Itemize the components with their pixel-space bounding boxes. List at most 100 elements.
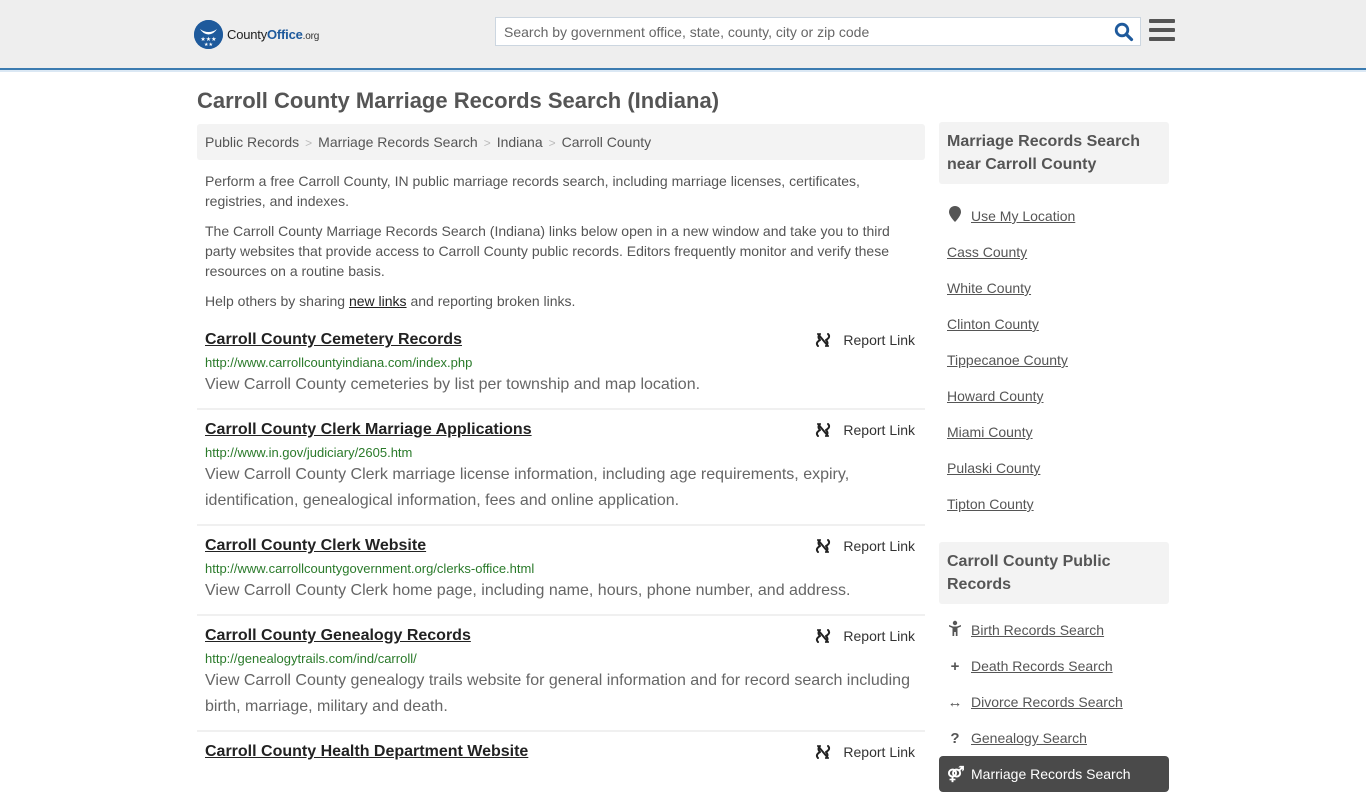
birth-records-search-link[interactable]: Birth Records Search [971, 622, 1104, 638]
broken-link-icon [816, 333, 831, 347]
report-link-label: Report Link [843, 538, 915, 554]
result-item: Carroll County Clerk Marriage Applicatio… [197, 410, 925, 526]
result-description: View Carroll County cemeteries by list p… [205, 376, 701, 393]
result-item: Carroll County Health Department Website… [197, 732, 925, 772]
result-title-link[interactable]: Carroll County Clerk Marriage Applicatio… [205, 420, 532, 440]
public-records-list: Birth Records Search + Death Records Sea… [939, 604, 1169, 800]
public-record-item-death: + Death Records Search [947, 648, 1161, 684]
breadcrumb-carroll-county[interactable]: Carroll County [562, 134, 651, 150]
search-icon [1114, 22, 1134, 42]
nearby-county-link[interactable]: Howard County [947, 388, 1044, 404]
public-record-item-marriage-active: ⚤ Marriage Records Search [939, 756, 1169, 792]
breadcrumb-separator: > [305, 136, 313, 150]
search-box [495, 17, 1141, 46]
breadcrumb-indiana[interactable]: Indiana [497, 134, 543, 150]
report-link-button[interactable]: Report Link [815, 332, 915, 348]
logo-text: CountyOffice.org [227, 27, 319, 42]
results-list: Carroll County Cemetery Records http://w… [197, 320, 925, 772]
result-title-link[interactable]: Carroll County Genealogy Records [205, 626, 471, 646]
nearby-county-item: Tipton County [947, 486, 1161, 522]
result-item: Carroll County Clerk Website http://www.… [197, 526, 925, 616]
top-header: ★★★ ★★ CountyOffice.org [0, 0, 1366, 72]
breadcrumb-marriage-records-search[interactable]: Marriage Records Search [318, 134, 478, 150]
use-my-location-link[interactable]: Use My Location [971, 208, 1075, 224]
nearby-county-item: Clinton County [947, 306, 1161, 342]
result-url: http://www.carrollcountyindiana.com/inde… [205, 355, 473, 370]
nearby-county-link[interactable]: Tippecanoe County [947, 352, 1068, 368]
logo-text-county: County [227, 27, 267, 42]
broken-link-icon [816, 539, 831, 553]
broken-link-icon [816, 745, 831, 759]
menu-bar-icon [1149, 37, 1175, 41]
divorce-records-search-link[interactable]: Divorce Records Search [971, 694, 1123, 710]
intro-paragraph-3: Help others by sharing new links and rep… [205, 291, 917, 311]
svg-text:★★: ★★ [204, 42, 213, 48]
report-link-button[interactable]: Report Link [815, 744, 915, 760]
menu-bar-icon [1149, 19, 1175, 23]
nearby-county-item: Cass County [947, 234, 1161, 270]
nearby-county-item: Miami County [947, 414, 1161, 450]
nearby-county-item: Tippecanoe County [947, 342, 1161, 378]
intro-help-text: Help others by sharing [205, 293, 349, 309]
page-title: Carroll County Marriage Records Search (… [197, 88, 720, 113]
report-link-button[interactable]: Report Link [815, 422, 915, 438]
result-url: http://www.in.gov/judiciary/2605.htm [205, 445, 413, 460]
logo-link[interactable]: ★★★ ★★ CountyOffice.org [194, 20, 319, 49]
report-link-label: Report Link [843, 628, 915, 644]
report-link-button[interactable]: Report Link [815, 628, 915, 644]
result-title-link[interactable]: Carroll County Health Department Website [205, 742, 528, 762]
intro-text: Perform a free Carroll County, IN public… [205, 171, 917, 321]
hamburger-menu-button[interactable] [1149, 19, 1175, 41]
intro-paragraph-2: The Carroll County Marriage Records Sear… [205, 223, 890, 279]
intro-help-text-end: and reporting broken links. [406, 293, 576, 309]
breadcrumb-public-records[interactable]: Public Records [205, 134, 299, 150]
result-item: Carroll County Genealogy Records http://… [197, 616, 925, 732]
intro-paragraph-1: Perform a free Carroll County, IN public… [205, 173, 860, 209]
nearby-list: Use My Location Cass County White County… [939, 184, 1169, 530]
logo-text-office: Office [267, 27, 303, 42]
nearby-county-item: Howard County [947, 378, 1161, 414]
nearby-county-link[interactable]: Pulaski County [947, 460, 1040, 476]
search-input[interactable] [496, 18, 1106, 45]
result-title-link[interactable]: Carroll County Cemetery Records [205, 330, 462, 350]
result-item: Carroll County Cemetery Records http://w… [197, 320, 925, 410]
public-record-item-birth: Birth Records Search [947, 612, 1161, 648]
marriage-records-search-link[interactable]: Marriage Records Search [971, 766, 1131, 782]
report-link-label: Report Link [843, 332, 915, 348]
result-title-link[interactable]: Carroll County Clerk Website [205, 536, 426, 556]
child-icon [947, 620, 963, 640]
nearby-heading: Marriage Records Search near Carroll Cou… [939, 122, 1169, 184]
breadcrumb-separator: > [483, 136, 491, 150]
menu-bar-icon [1149, 28, 1175, 32]
breadcrumb-separator: > [548, 136, 556, 150]
death-records-search-link[interactable]: Death Records Search [971, 658, 1113, 674]
broken-link-icon [816, 423, 831, 437]
nearby-county-link[interactable]: Tipton County [947, 496, 1034, 512]
broken-link-icon [816, 629, 831, 643]
nearby-county-link[interactable]: Miami County [947, 424, 1033, 440]
arrows-horizontal-icon: ↔ [947, 693, 963, 711]
result-description: View Carroll County Clerk home page, inc… [205, 582, 851, 599]
cross-icon: + [950, 657, 960, 675]
report-link-label: Report Link [843, 422, 915, 438]
result-url: http://genealogytrails.com/ind/carroll/ [205, 651, 417, 666]
public-record-item-genealogy: ? Genealogy Search [947, 720, 1161, 756]
public-records-heading: Carroll County Public Records [939, 542, 1169, 604]
report-link-button[interactable]: Report Link [815, 538, 915, 554]
genealogy-search-link[interactable]: Genealogy Search [971, 730, 1087, 746]
nearby-county-link[interactable]: Cass County [947, 244, 1027, 260]
result-description: View Carroll County genealogy trails web… [205, 672, 910, 715]
map-marker-icon [947, 206, 963, 226]
public-record-item-divorce: ↔ Divorce Records Search [947, 684, 1161, 720]
search-button[interactable] [1114, 22, 1134, 42]
new-links-link[interactable]: new links [349, 293, 407, 309]
nearby-county-link[interactable]: White County [947, 280, 1031, 296]
breadcrumb: Public Records > Marriage Records Search > I… [197, 124, 925, 160]
use-my-location-item: Use My Location [947, 198, 1161, 234]
nearby-county-item: White County [947, 270, 1161, 306]
report-link-label: Report Link [843, 744, 915, 760]
logo-eagle-icon: ★★★ ★★ [194, 20, 223, 49]
question-icon: ? [950, 729, 960, 747]
nearby-county-link[interactable]: Clinton County [947, 316, 1039, 332]
result-description: View Carroll County Clerk marriage licen… [205, 466, 850, 509]
